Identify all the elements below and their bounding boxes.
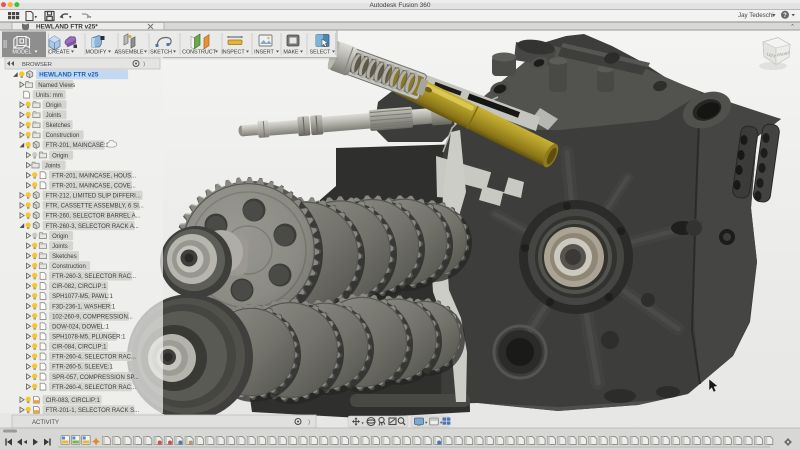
svg-text:⌃: ⌃ bbox=[790, 24, 795, 31]
svg-text:HEWLAND FTR v25*: HEWLAND FTR v25* bbox=[36, 24, 98, 31]
svg-text:Origin: Origin bbox=[52, 153, 68, 159]
svg-text:SPR-057, COMPRESSION SP...: SPR-057, COMPRESSION SP... bbox=[52, 375, 139, 381]
svg-text:Jay Tedeschi: Jay Tedeschi bbox=[738, 12, 774, 19]
svg-text:Named Views: Named Views bbox=[38, 83, 75, 89]
svg-text:MAKE: MAKE bbox=[283, 50, 299, 56]
svg-text:FTR-201, MAINCASE, HOUS...: FTR-201, MAINCASE, HOUS... bbox=[52, 173, 136, 179]
svg-text:Sketches: Sketches bbox=[46, 123, 71, 129]
svg-text:Joints: Joints bbox=[45, 163, 61, 169]
svg-text:HEWLAND FTR v25: HEWLAND FTR v25 bbox=[39, 72, 99, 79]
svg-text:Construction: Construction bbox=[52, 264, 86, 270]
svg-text:ASSEMBLE: ASSEMBLE bbox=[114, 50, 143, 56]
svg-text:SKETCH: SKETCH bbox=[150, 50, 172, 56]
svg-text:DOW-024, DOWEL:1: DOW-024, DOWEL:1 bbox=[52, 324, 110, 330]
svg-text:?: ? bbox=[783, 13, 787, 19]
svg-text:SELECT: SELECT bbox=[310, 50, 332, 56]
svg-text:F3D-236-1, WASHER:1: F3D-236-1, WASHER:1 bbox=[52, 304, 116, 310]
svg-text:Autodesk Fusion 360: Autodesk Fusion 360 bbox=[369, 2, 430, 9]
svg-text:FTR-260-5, SLEEVE:1: FTR-260-5, SLEEVE:1 bbox=[52, 365, 113, 371]
svg-text:INSPECT: INSPECT bbox=[221, 50, 245, 56]
svg-text:FTR-260-4, SELECTOR RAC...: FTR-260-4, SELECTOR RAC... bbox=[52, 355, 136, 361]
svg-text:SPH1078-M5, PLUNGER:1: SPH1078-M5, PLUNGER:1 bbox=[52, 335, 126, 341]
svg-text:INSERT: INSERT bbox=[254, 50, 274, 56]
svg-text:FTR-212, LIMITED SLIP DIFFERI.: FTR-212, LIMITED SLIP DIFFERI... bbox=[46, 194, 142, 200]
svg-text:SPH1077-M5, PAWL:1: SPH1077-M5, PAWL:1 bbox=[52, 294, 113, 300]
svg-text:Units: mm: Units: mm bbox=[36, 93, 63, 99]
svg-text:CONSTRUCT: CONSTRUCT bbox=[182, 50, 217, 56]
svg-text:FTR-260-3, SELECTOR RACK A...: FTR-260-3, SELECTOR RACK A... bbox=[46, 224, 140, 230]
svg-text:BROWSER: BROWSER bbox=[22, 62, 52, 68]
svg-text:MODEL: MODEL bbox=[12, 50, 31, 56]
svg-text:CIR-084, CIRCLIP:1: CIR-084, CIRCLIP:1 bbox=[52, 345, 107, 351]
svg-text:Joints: Joints bbox=[52, 244, 68, 250]
svg-text:Origin: Origin bbox=[52, 234, 68, 240]
svg-text:FTR-260-4, SELECTOR RAC...: FTR-260-4, SELECTOR RAC... bbox=[52, 385, 136, 391]
svg-text:ACTIVITY: ACTIVITY bbox=[32, 420, 59, 426]
svg-text:Origin: Origin bbox=[46, 103, 62, 109]
svg-text:FTR-201, MAINCASE, COVE...: FTR-201, MAINCASE, COVE... bbox=[52, 183, 136, 189]
svg-text:⟩: ⟩ bbox=[143, 61, 145, 68]
svg-text:CREATE: CREATE bbox=[48, 50, 70, 56]
svg-text:102-260-9, COMPRESSION...: 102-260-9, COMPRESSION... bbox=[52, 314, 133, 320]
svg-text:FTR, CASSETTE ASSEMBLY, 6 SI..: FTR, CASSETTE ASSEMBLY, 6 SI... bbox=[46, 204, 144, 210]
svg-text:Sketches: Sketches bbox=[52, 254, 77, 260]
svg-text:FTR-201, MAINCASE:1: FTR-201, MAINCASE:1 bbox=[46, 143, 110, 149]
svg-text:⟩: ⟩ bbox=[308, 419, 310, 426]
svg-text:Joints: Joints bbox=[46, 113, 62, 119]
svg-text:Construction: Construction bbox=[46, 133, 80, 139]
svg-text:CIR-082, CIRCLIP:1: CIR-082, CIRCLIP:1 bbox=[52, 284, 107, 290]
svg-text:FTR-260-3, SELECTOR RAC...: FTR-260-3, SELECTOR RAC... bbox=[52, 274, 136, 280]
svg-text:FTR-260, SELECTOR BARREL A...: FTR-260, SELECTOR BARREL A... bbox=[46, 214, 141, 220]
svg-text:MODIFY: MODIFY bbox=[86, 50, 107, 56]
